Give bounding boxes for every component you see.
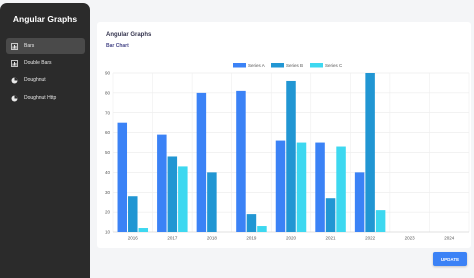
y-tick-label: 10 (105, 230, 111, 235)
sidebar-item-doughnut-http[interactable]: Doughnut Http (6, 90, 85, 106)
pie-chart-icon (10, 76, 18, 84)
x-tick-label: 2023 (405, 236, 416, 241)
chart-subtitle: Bar Chart (106, 43, 129, 49)
bar (315, 142, 325, 232)
panel-title: Angular Graphs (106, 32, 152, 38)
bar (375, 210, 386, 232)
bar (178, 166, 188, 232)
sidebar-item-label: Bars (24, 43, 35, 49)
bar-chart-icon (10, 42, 18, 50)
sidebar-item-label: Doughnut (24, 77, 46, 83)
bar-chart: 10 20 30 40 50 60 70 80 90 2016 2017 2018 2019 2020 20… (105, 63, 470, 241)
legend-swatch (271, 63, 284, 68)
bar (207, 172, 217, 232)
bar (257, 226, 267, 232)
y-tick-label: 50 (105, 150, 111, 155)
y-tick-label: 20 (105, 210, 111, 215)
bar (336, 146, 346, 232)
bar (354, 172, 365, 232)
bar (325, 198, 336, 232)
bar (275, 140, 286, 232)
y-tick-label: 40 (105, 170, 111, 175)
pie-chart-icon (10, 94, 18, 102)
x-tick-label: 2018 (207, 236, 218, 241)
bar (246, 214, 257, 232)
app-title: Angular Graphs (12, 14, 78, 24)
sidebar-item-bars[interactable]: Bars (6, 38, 85, 54)
bar (196, 92, 207, 232)
legend-label: Series B (286, 63, 303, 68)
bar (365, 73, 375, 232)
sidebar-item-label: Doughnut Http (24, 95, 57, 101)
legend-label: Series C (325, 63, 343, 68)
y-tick-label: 30 (105, 190, 111, 195)
sidebar-item-double-bars[interactable]: Double Bars (6, 55, 85, 71)
bar (157, 134, 167, 232)
update-button[interactable]: UPDATE (433, 252, 467, 266)
sidebar-item-doughnut[interactable]: Doughnut (6, 72, 85, 88)
legend-swatch (233, 63, 246, 68)
x-tick-label: 2021 (326, 236, 337, 241)
x-tick-label: 2020 (286, 236, 297, 241)
bar (296, 142, 307, 232)
y-tick-label: 80 (105, 90, 111, 95)
y-tick-label: 90 (105, 71, 111, 76)
bar (167, 156, 178, 232)
sidebar-item-label: Double Bars (24, 60, 52, 66)
y-tick-label: 60 (105, 130, 111, 135)
x-tick-label: 2024 (444, 236, 455, 241)
bar (128, 196, 138, 232)
legend-label: Series A (248, 63, 265, 68)
x-tick-label: 2016 (128, 236, 139, 241)
sidebar: Angular Graphs Bars Double Bars Doughnut… (0, 3, 90, 278)
bar (117, 122, 128, 232)
y-tick-label: 70 (105, 110, 111, 115)
bar (236, 90, 246, 232)
bar (286, 80, 296, 232)
x-tick-label: 2022 (365, 236, 376, 241)
bar-chart-icon (10, 59, 18, 67)
x-tick-label: 2017 (167, 236, 178, 241)
bar (138, 228, 149, 232)
x-tick-label: 2019 (246, 236, 257, 241)
legend-swatch (310, 63, 323, 68)
